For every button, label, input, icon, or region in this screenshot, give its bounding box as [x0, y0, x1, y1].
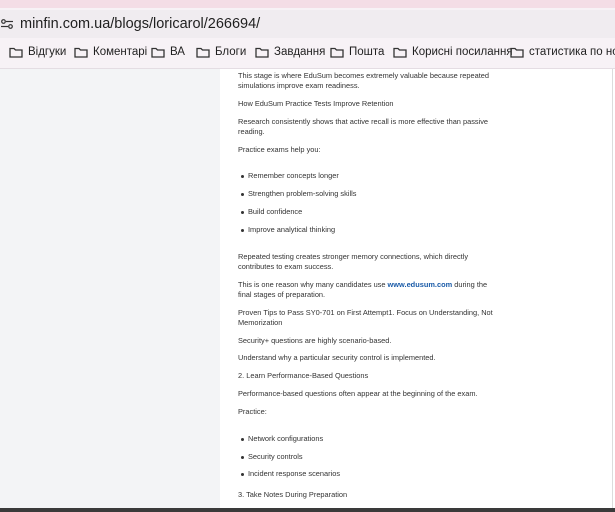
bullet-icon [241, 437, 244, 441]
folder-icon [510, 47, 524, 58]
bullet-icon [241, 192, 244, 196]
content-divider [612, 69, 613, 512]
bookmark-folder[interactable]: Коментарі [74, 46, 147, 58]
folder-icon [255, 47, 269, 58]
page-content: This stage is where EduSum becomes extre… [0, 69, 615, 512]
bookmark-folder[interactable]: Блоги [196, 46, 246, 58]
section-heading: 3. Take Notes During Preparation [238, 490, 348, 499]
bookmark-label: Відгуки [28, 46, 67, 58]
bookmark-label: Блоги [215, 46, 247, 58]
bookmark-folder[interactable]: Відгуки [9, 46, 66, 58]
bullet-icon [241, 210, 244, 214]
folder-icon [196, 47, 210, 58]
folder-icon [151, 47, 165, 58]
bullet-icon [241, 455, 244, 459]
paragraph: Security+ questions are highly scenario-… [238, 336, 392, 345]
folder-icon [330, 47, 344, 58]
paragraph: Repeated testing creates stronger memory… [238, 252, 469, 271]
section-heading: 2. Learn Performance-Based Questions [238, 371, 369, 380]
bookmark-label: Завдання [274, 46, 326, 58]
bookmark-folder[interactable]: Корисні посилання [393, 46, 513, 58]
bookmark-label: Пошта [349, 46, 385, 58]
bookmark-label: Коментарі [93, 46, 148, 58]
section-heading: How EduSum Practice Tests Improve Retent… [238, 99, 394, 108]
address-bar[interactable]: minfin.com.ua/blogs/loricarol/266694/ [0, 8, 615, 40]
edusum-link[interactable]: www.edusum.com [388, 280, 453, 289]
paragraph: This is one reason why many candidates u… [238, 280, 488, 299]
bullet-icon [241, 228, 244, 232]
folder-icon [74, 47, 88, 58]
site-settings-icon[interactable] [1, 19, 13, 29]
taskbar-edge [0, 508, 615, 512]
browser-tabstrip-edge [0, 0, 615, 8]
bookmark-folder[interactable]: статистика по нов... [510, 46, 615, 58]
folder-icon [393, 47, 407, 58]
bookmark-folder[interactable]: ВА [151, 46, 185, 58]
paragraph: Practice exams help you: [238, 145, 321, 154]
paragraph: Performance-based questions often appear… [238, 389, 478, 398]
bookmarks-bar: Відгуки Коментарі ВА Блоги Завдання Пошт… [0, 40, 615, 69]
paragraph: Research consistently shows that active … [238, 117, 489, 136]
url-text[interactable]: minfin.com.ua/blogs/loricarol/266694/ [20, 16, 260, 32]
bullet-icon [241, 472, 244, 476]
paragraph: Understand why a particular security con… [238, 353, 436, 362]
bookmark-folder[interactable]: Пошта [330, 46, 384, 58]
bullet-icon [241, 174, 244, 178]
paragraph: This stage is where EduSum becomes extre… [238, 71, 490, 90]
bookmark-label: ВА [170, 46, 185, 58]
paragraph: Proven Tips to Pass SY0-701 on First Att… [238, 308, 493, 327]
paragraph: Practice: [238, 407, 267, 416]
left-sidebar [0, 69, 220, 512]
bookmark-label: Корисні посилання [412, 46, 513, 58]
bookmark-folder[interactable]: Завдання [255, 46, 325, 58]
bookmark-label: статистика по нов... [529, 46, 615, 58]
folder-icon [9, 47, 23, 58]
